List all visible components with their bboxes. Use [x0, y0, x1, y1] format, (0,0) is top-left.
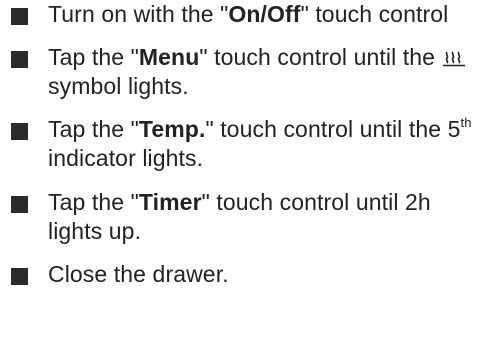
step-text: " touch control until the 5 — [205, 116, 461, 142]
step-text: Tap the " — [48, 189, 139, 215]
instruction-steps-list: Turn on with the "On/Off " touch control … — [10, 0, 475, 289]
step-text: Turn on with the " — [48, 1, 229, 27]
square-bullet-icon — [11, 51, 28, 68]
step-item: Tap the "Temp." touch control until the … — [10, 115, 475, 173]
step-keyword: Temp. — [138, 116, 206, 142]
step-keyword: Menu — [138, 44, 200, 70]
square-bullet-icon — [11, 268, 28, 285]
square-bullet-icon — [11, 8, 28, 25]
step-keyword: Timer — [138, 189, 202, 215]
step-text: Tap the " — [48, 44, 139, 70]
step-text: " touch control — [300, 1, 449, 27]
ordinal-superscript: th — [460, 115, 472, 130]
step-text: Tap the " — [48, 116, 139, 142]
step-text: Close the drawer. — [48, 261, 229, 287]
heating-symbol-icon — [442, 51, 465, 67]
step-text: symbol lights. — [48, 73, 189, 99]
step-item: Close the drawer. — [10, 260, 475, 289]
step-item: Tap the "Timer" touch control until 2h l… — [10, 188, 475, 246]
step-item: Tap the "Menu" touch control until the s… — [10, 43, 475, 101]
square-bullet-icon — [11, 123, 28, 140]
step-keyword: On/Off — [228, 1, 301, 27]
step-text: " touch control until the — [199, 44, 436, 70]
step-text: indicator lights. — [48, 145, 204, 171]
square-bullet-icon — [11, 196, 28, 213]
step-item: Turn on with the "On/Off" touch control — [10, 0, 475, 29]
